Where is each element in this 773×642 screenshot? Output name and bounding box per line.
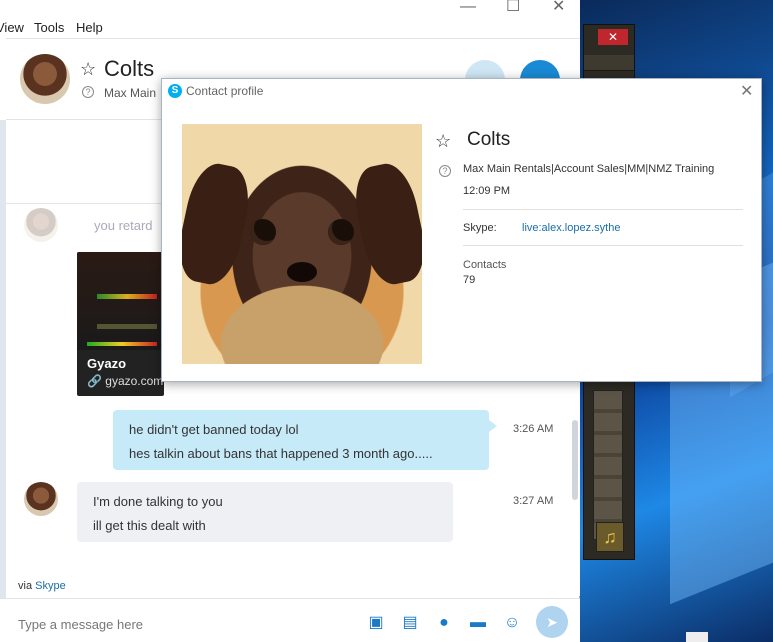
link-preview-domain: 🔗 gyazo.com: [87, 374, 164, 388]
background-pillar: [593, 390, 623, 540]
background-close-button[interactable]: ✕: [598, 29, 628, 45]
contact-avatar[interactable]: [20, 54, 70, 104]
favorite-star-icon[interactable]: ☆: [435, 131, 451, 152]
skype-id-label: Skype:: [463, 222, 497, 234]
mood-info-icon: ?: [439, 165, 451, 177]
skype-id-link[interactable]: live:alex.lopez.sythe: [522, 222, 620, 234]
send-contact-icon[interactable]: ▬: [469, 614, 487, 632]
profile-photo: [182, 124, 422, 364]
menu-tools[interactable]: Tools: [34, 20, 64, 35]
divider: [463, 209, 743, 210]
message-avatar[interactable]: [24, 482, 58, 516]
message-timestamp: 3:27 AM: [513, 495, 554, 507]
contact-profile-dialog: S Contact profile ✕ ☆ Colts ? Max Main R…: [161, 78, 762, 382]
contact-mood: Max Main Rentals|Account Sales|MM|NMZ Tr…: [104, 86, 158, 100]
scrollbar[interactable]: [572, 420, 578, 500]
message-line: hes talkin about bans that happened 3 mo…: [129, 446, 433, 461]
link-preview-card[interactable]: Gyazo 🔗 gyazo.com: [77, 252, 164, 396]
emoticon-icon[interactable]: ☺: [503, 614, 521, 632]
desktop-file-icon[interactable]: [686, 632, 708, 642]
dialog-title: Contact profile: [186, 84, 264, 98]
message-input[interactable]: Type a message here: [18, 617, 143, 632]
contacts-label: Contacts: [463, 259, 507, 271]
skype-logo-icon: S: [168, 84, 182, 98]
minimize-icon[interactable]: —: [460, 0, 476, 16]
link-preview-title: Gyazo: [87, 356, 127, 371]
profile-name: Colts: [467, 129, 511, 150]
link-preview-image: [77, 252, 164, 350]
send-media-icon[interactable]: ▣: [367, 614, 385, 632]
send-button[interactable]: ➤: [536, 606, 568, 638]
message-text: you retard: [94, 218, 153, 233]
via-skype-label: via Skype: [18, 580, 66, 592]
skype-link[interactable]: Skype: [35, 580, 66, 592]
message-line: he didn't get banned today lol: [129, 422, 299, 437]
close-icon[interactable]: ✕: [740, 81, 753, 101]
message-timestamp: 3:26 AM: [513, 423, 554, 435]
outgoing-message[interactable]: he didn't get banned today lol hes talki…: [113, 410, 489, 470]
menu-view[interactable]: View: [0, 20, 24, 35]
contacts-count: 79: [463, 274, 476, 286]
divider: [463, 245, 743, 246]
menu-help[interactable]: Help: [76, 20, 103, 35]
message-avatar[interactable]: [24, 208, 58, 242]
message-line: ill get this dealt with: [93, 518, 206, 533]
video-message-icon[interactable]: ●: [435, 614, 453, 632]
contact-name[interactable]: Colts: [104, 56, 154, 82]
mood-info-icon: ?: [82, 86, 94, 98]
profile-mood: Max Main Rentals|Account Sales|MM|NMZ Tr…: [463, 163, 715, 175]
send-file-icon[interactable]: ▤: [401, 614, 419, 632]
harp-icon: ♫: [596, 522, 624, 552]
close-icon[interactable]: ✕: [552, 0, 565, 16]
incoming-message[interactable]: I'm done talking to you ill get this dea…: [77, 482, 453, 542]
maximize-icon[interactable]: ☐: [506, 0, 520, 16]
favorite-star-icon[interactable]: ☆: [80, 59, 96, 80]
menu-bar: View Tools Help — ☐ ✕: [0, 0, 580, 38]
compose-bar: Type a message here: [0, 598, 580, 642]
message-line: I'm done talking to you: [93, 494, 223, 509]
profile-local-time: 12:09 PM: [463, 185, 511, 197]
